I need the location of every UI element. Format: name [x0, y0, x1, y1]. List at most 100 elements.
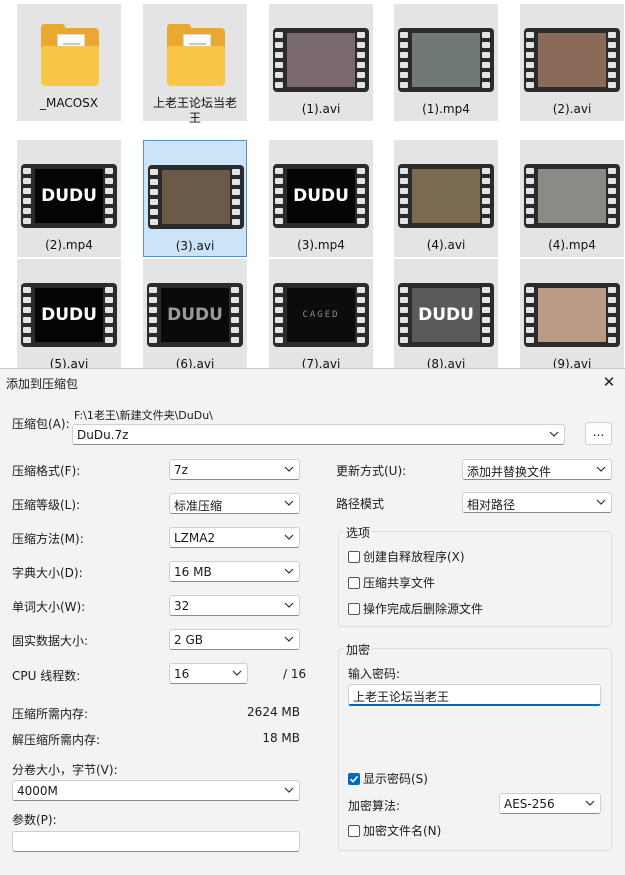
file-tile[interactable]: _MACOSX: [17, 4, 121, 121]
dict-combo[interactable]: 16 MB: [169, 561, 300, 582]
encrypt-names-label: 加密文件名(N): [363, 824, 442, 838]
archive-name-value: DuDu.7z: [77, 428, 129, 442]
chevron-down-icon: [282, 783, 296, 797]
chevron-down-icon: [282, 496, 296, 510]
video-thumbnail: [412, 33, 480, 87]
mem-comp-value: 2624 MB: [247, 705, 300, 719]
dict-label: 字典大小(D):: [12, 566, 83, 580]
file-name: (2).mp4: [45, 238, 93, 252]
chevron-down-icon: [547, 427, 561, 441]
file-tile[interactable]: DUDU (6).avi: [143, 259, 247, 372]
file-name: (1).mp4: [422, 102, 470, 116]
dict-value: 16 MB: [174, 565, 212, 579]
params-input[interactable]: [12, 831, 300, 852]
video-file-icon: [148, 165, 244, 229]
file-name: (4).mp4: [548, 238, 596, 252]
method-label: 压缩方法(M):: [12, 532, 84, 546]
encrypt-method-label: 加密算法:: [348, 799, 401, 813]
encrypt-names-checkbox[interactable]: 加密文件名(N): [348, 822, 441, 839]
file-name: (3).avi: [175, 239, 215, 253]
file-tile[interactable]: (2).avi: [520, 4, 624, 121]
video-file-icon: DUDU: [273, 164, 369, 228]
sfx-checkbox[interactable]: 创建自释放程序(X): [348, 548, 465, 565]
video-file-icon: DUDU: [398, 283, 494, 347]
file-tile[interactable]: (1).avi: [269, 4, 373, 121]
chevron-down-icon: [594, 495, 608, 509]
solid-combo[interactable]: 2 GB: [169, 629, 300, 650]
file-name: _MACOSX: [39, 96, 98, 110]
file-tile[interactable]: (4).mp4: [520, 140, 624, 257]
thumbnail-text: DUDU: [41, 305, 97, 325]
browse-button[interactable]: ...: [585, 422, 612, 445]
file-name: (3).mp4: [297, 238, 345, 252]
thumbnail-text: DUDU: [418, 305, 474, 325]
file-tile[interactable]: DUDU (5).avi: [17, 259, 121, 372]
close-button[interactable]: ✕: [599, 372, 619, 392]
shared-files-label: 压缩共享文件: [363, 576, 436, 590]
volume-label: 分卷大小，字节(V):: [12, 763, 118, 777]
file-tile[interactable]: (3).avi: [143, 140, 247, 257]
chevron-down-icon: [583, 796, 597, 810]
solid-value: 2 GB: [174, 633, 203, 647]
format-value: 7z: [174, 463, 188, 477]
method-combo[interactable]: LZMA2: [169, 527, 300, 548]
cpu-label: CPU 线程数:: [12, 669, 81, 683]
delete-source-label: 操作完成后删除源文件: [363, 602, 484, 616]
word-value: 32: [174, 599, 190, 613]
file-tile[interactable]: DUDU (8).avi: [394, 259, 498, 372]
encrypt-method-combo[interactable]: AES-256: [499, 793, 601, 814]
volume-value: 4000M: [17, 784, 58, 798]
word-combo[interactable]: 32: [169, 595, 300, 616]
chevron-down-icon: [230, 666, 244, 680]
path-mode-combo[interactable]: 相对路径: [462, 492, 612, 513]
update-label: 更新方式(U):: [336, 464, 407, 478]
show-password-checkbox[interactable]: 显示密码(S): [348, 770, 428, 787]
file-tile[interactable]: 上老王论坛当老王: [143, 4, 247, 125]
cpu-value: 16: [174, 667, 190, 681]
thumbnail-text: DUDU: [293, 186, 349, 206]
video-thumbnail: [287, 33, 355, 87]
video-thumbnail: DUDU: [35, 169, 103, 223]
dialog-titlebar[interactable]: 添加到压缩包 ✕: [0, 369, 625, 395]
chevron-down-icon: [282, 598, 296, 612]
close-icon: ✕: [602, 373, 616, 391]
level-combo[interactable]: 标准压缩: [169, 493, 300, 514]
checkbox-box: [348, 824, 360, 837]
file-name: 上老王论坛当老王: [153, 96, 238, 125]
chevron-down-icon: [282, 632, 296, 646]
video-file-icon: [524, 28, 620, 92]
password-value: 上老王论坛当老王: [353, 690, 450, 704]
show-password-label: 显示密码(S): [363, 772, 428, 786]
cpu-combo[interactable]: 16: [169, 663, 248, 684]
level-value: 标准压缩: [174, 499, 223, 513]
video-file-icon: [524, 164, 620, 228]
file-tile[interactable]: CAGED (7).avi: [269, 259, 373, 372]
file-grid: _MACOSX 上老王论坛当老王 (1).avi (1).mp4 (2).avi DUDU…: [0, 0, 625, 372]
update-value: 添加并替换文件: [467, 465, 552, 479]
cpu-total: / 16: [283, 667, 307, 681]
password-input[interactable]: 上老王论坛当老王: [348, 684, 601, 706]
file-tile[interactable]: (1).mp4: [394, 4, 498, 121]
video-thumbnail: DUDU: [161, 288, 229, 342]
video-thumbnail: [538, 169, 606, 223]
delete-source-checkbox[interactable]: 操作完成后删除源文件: [348, 600, 483, 617]
video-file-icon: DUDU: [21, 283, 117, 347]
file-tile[interactable]: DUDU (2).mp4: [17, 140, 121, 257]
archive-name-combo[interactable]: DuDu.7z: [72, 424, 565, 445]
update-combo[interactable]: 添加并替换文件: [462, 459, 612, 480]
format-combo[interactable]: 7z: [169, 459, 300, 480]
folder-icon: [167, 24, 225, 92]
mem-decomp-value: 18 MB: [262, 731, 300, 745]
shared-files-checkbox[interactable]: 压缩共享文件: [348, 574, 435, 591]
options-title: 选项: [344, 524, 373, 541]
checkbox-box: [348, 550, 360, 563]
file-tile[interactable]: DUDU (3).mp4: [269, 140, 373, 257]
mem-decomp-label: 解压缩所需内存:: [12, 733, 101, 747]
checkbox-checked-icon: [348, 772, 360, 785]
file-tile[interactable]: (4).avi: [394, 140, 498, 257]
archive-path: F:\1老王\新建文件夹\DuDu\: [74, 409, 213, 422]
word-label: 单词大小(W):: [12, 600, 86, 614]
volume-combo[interactable]: 4000M: [12, 780, 300, 801]
file-tile[interactable]: (9).avi: [520, 259, 624, 372]
password-label: 输入密码:: [348, 667, 401, 681]
